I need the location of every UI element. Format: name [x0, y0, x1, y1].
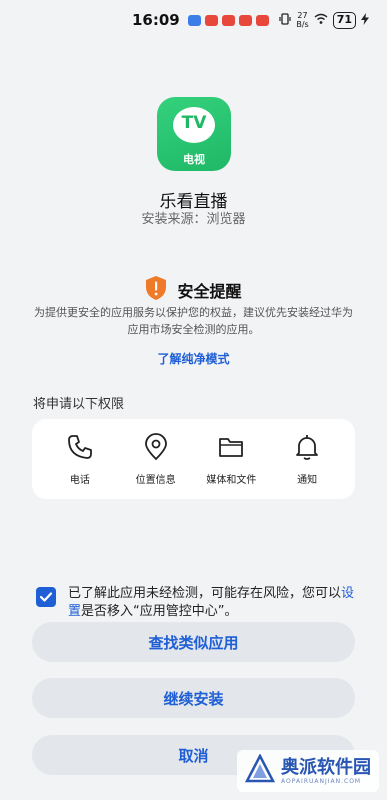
- shield-icon: [145, 275, 167, 305]
- consent-text-after: 是否移入“应用管控中心”。: [81, 604, 238, 619]
- permission-item-notification: 通知: [272, 433, 342, 486]
- bell-icon: [293, 433, 321, 465]
- app-icon-badge: TV: [181, 113, 207, 133]
- net-speed-unit: B/s: [296, 20, 309, 29]
- watermark-logo-icon: [244, 753, 276, 788]
- location-icon: [142, 432, 170, 465]
- notification-icon: [204, 14, 218, 26]
- permission-label: 通知: [297, 474, 318, 486]
- pure-mode-link[interactable]: 了解纯净模式: [0, 350, 387, 367]
- status-bar: 16:09 27 B/s 71: [0, 0, 387, 40]
- security-title: 安全提醒: [177, 282, 242, 301]
- watermark: 奥派软件园 AOPAIRUANJIAN.COM: [237, 750, 379, 792]
- wifi-icon: [314, 13, 328, 28]
- permissions-title: 将申请以下权限: [33, 397, 125, 412]
- check-icon: [39, 592, 53, 602]
- watermark-text: 奥派软件园: [281, 756, 371, 778]
- consent-text: 已了解此应用未经检测，可能存在风险，您可以设置是否移入“应用管控中心”。: [68, 585, 357, 621]
- watermark-text-group: 奥派软件园 AOPAIRUANJIAN.COM: [281, 756, 371, 785]
- permissions-card: 电话 位置信息 媒体和文件 通知: [32, 419, 355, 499]
- notification-icon: [255, 14, 269, 26]
- permission-label: 位置信息: [135, 474, 176, 486]
- permission-label: 媒体和文件: [206, 474, 257, 486]
- battery-indicator: 71: [332, 11, 356, 29]
- permission-item-phone: 电话: [45, 433, 115, 486]
- folder-icon: [217, 433, 245, 465]
- continue-install-button[interactable]: 继续安装: [32, 678, 355, 718]
- net-speed-value: 27: [297, 11, 308, 20]
- notification-icon: [238, 14, 252, 26]
- net-speed: 27 B/s: [296, 11, 308, 29]
- notification-icon: [187, 14, 201, 26]
- risk-consent: 已了解此应用未经检测，可能存在风险，您可以设置是否移入“应用管控中心”。: [36, 585, 357, 621]
- app-icon: TV 电视: [157, 97, 231, 171]
- vibrate-icon: [279, 12, 291, 28]
- permission-item-media: 媒体和文件: [196, 433, 266, 486]
- install-source: 安装来源：浏览器: [141, 212, 246, 227]
- status-indicators: 27 B/s 71: [279, 11, 369, 29]
- permission-label: 电话: [69, 474, 90, 486]
- notification-icons: [187, 14, 269, 26]
- status-time: 16:09: [132, 11, 180, 29]
- consent-checkbox[interactable]: [36, 587, 56, 607]
- find-similar-button[interactable]: 查找类似应用: [32, 622, 355, 662]
- security-description: 为提供更安全的应用服务以保护您的权益，建议优先安装经过华为应用市场安全检测的应用…: [34, 306, 353, 336]
- watermark-sub: AOPAIRUANJIAN.COM: [281, 777, 362, 785]
- charging-icon: [361, 12, 369, 28]
- permission-item-location: 位置信息: [121, 432, 191, 486]
- app-icon-label: 电视: [183, 153, 205, 166]
- consent-text-before: 已了解此应用未经检测，可能存在风险，您可以: [68, 586, 342, 601]
- notification-icon: [221, 14, 235, 26]
- security-title-row: 安全提醒: [0, 275, 387, 305]
- phone-icon: [66, 433, 94, 465]
